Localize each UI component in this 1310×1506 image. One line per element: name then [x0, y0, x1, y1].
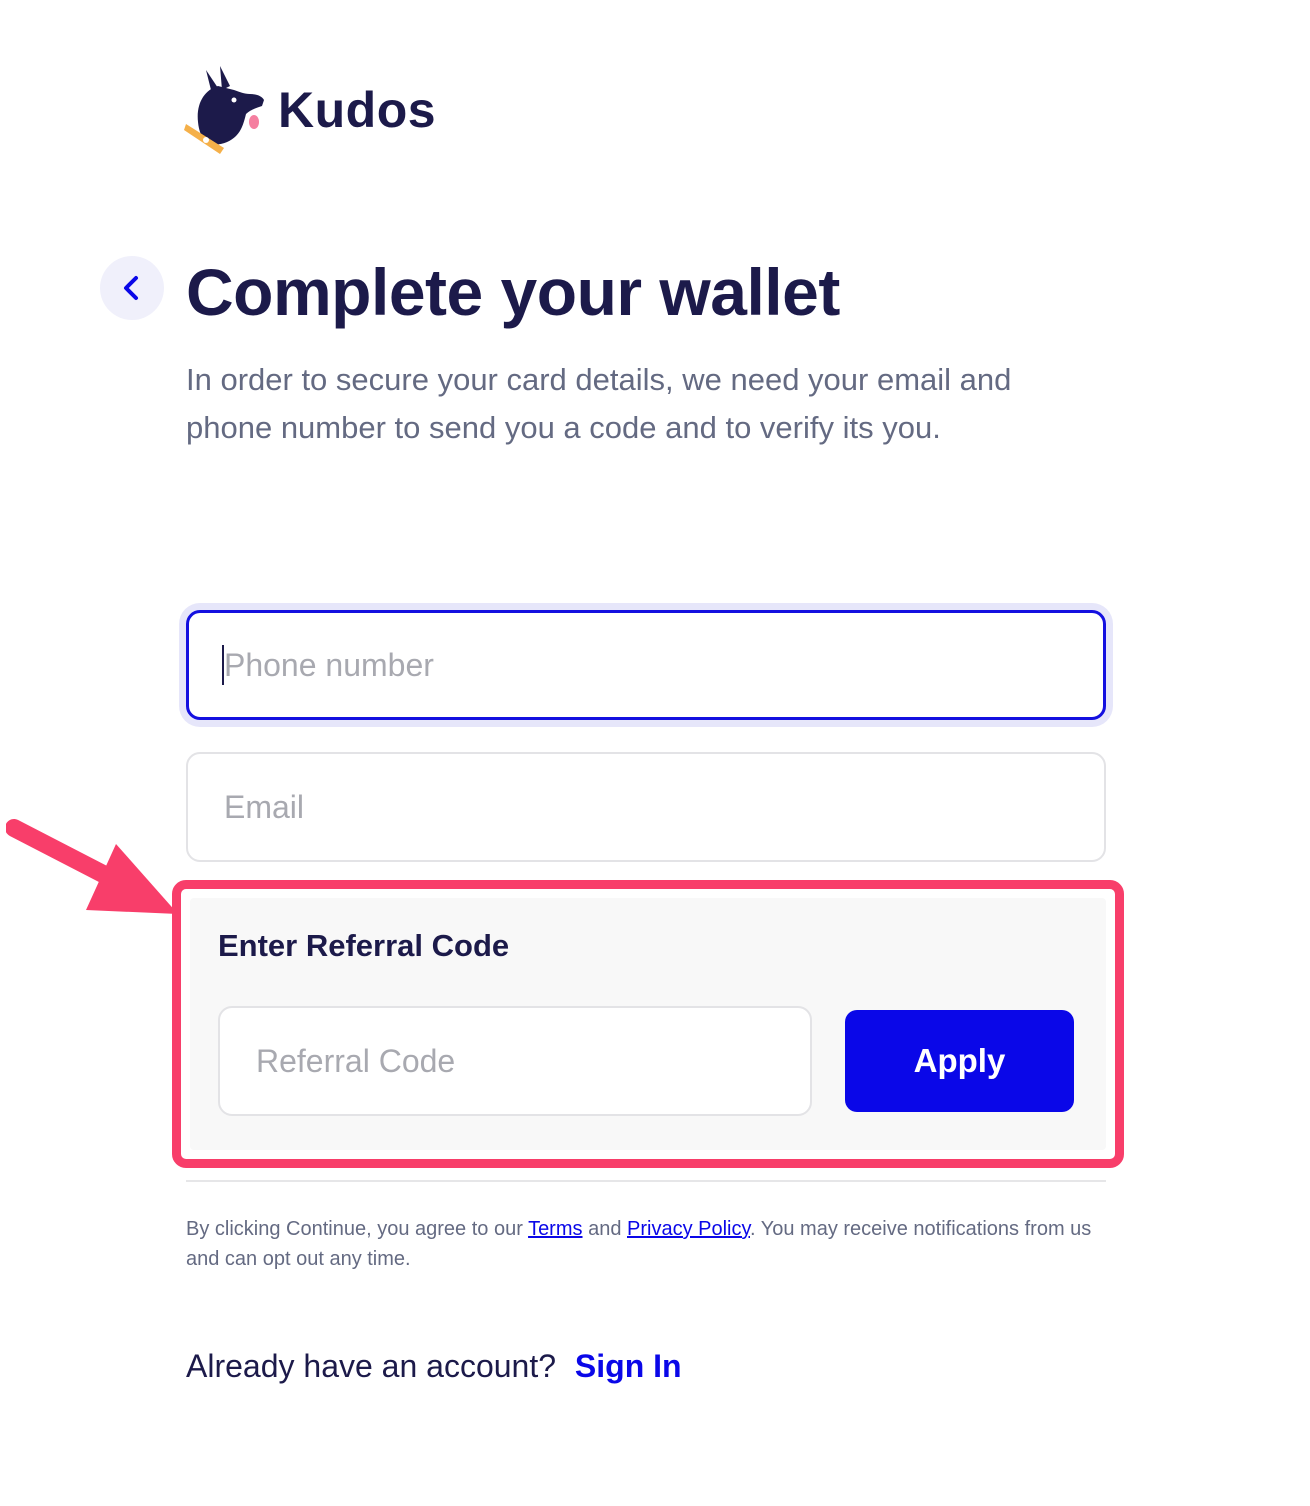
referral-code-field[interactable]: [218, 1006, 812, 1116]
arrow-annotation-icon: [6, 819, 178, 914]
chevron-left-icon: [124, 276, 138, 300]
privacy-policy-link[interactable]: Privacy Policy: [627, 1218, 750, 1240]
phone-input[interactable]: [221, 645, 1103, 685]
legal-before-terms: By clicking Continue, you agree to our: [186, 1218, 529, 1240]
legal-and: and: [582, 1218, 627, 1240]
referral-code-input[interactable]: [254, 1041, 810, 1081]
referral-title: Enter Referral Code: [218, 928, 510, 963]
page-title: Complete your wallet: [186, 255, 840, 329]
phone-field[interactable]: [186, 610, 1106, 720]
brand-logo: Kudos: [184, 64, 436, 156]
dog-head-logo-icon: [184, 66, 264, 154]
page-subtitle: In order to secure your card details, we…: [186, 362, 1012, 445]
divider: [186, 1180, 1106, 1182]
signin-row: Already have an account? Sign In: [186, 1348, 682, 1385]
terms-link[interactable]: Terms: [528, 1218, 582, 1240]
signin-prompt: Already have an account?: [186, 1348, 557, 1384]
email-input[interactable]: [222, 787, 1104, 827]
apply-button[interactable]: Apply: [845, 1010, 1074, 1112]
back-button[interactable]: [100, 256, 164, 320]
sign-in-link[interactable]: Sign In: [575, 1348, 682, 1384]
legal-text: By clicking Continue, you agree to our T…: [186, 1214, 1106, 1274]
email-field[interactable]: [186, 752, 1106, 862]
brand-name: Kudos: [278, 82, 437, 138]
